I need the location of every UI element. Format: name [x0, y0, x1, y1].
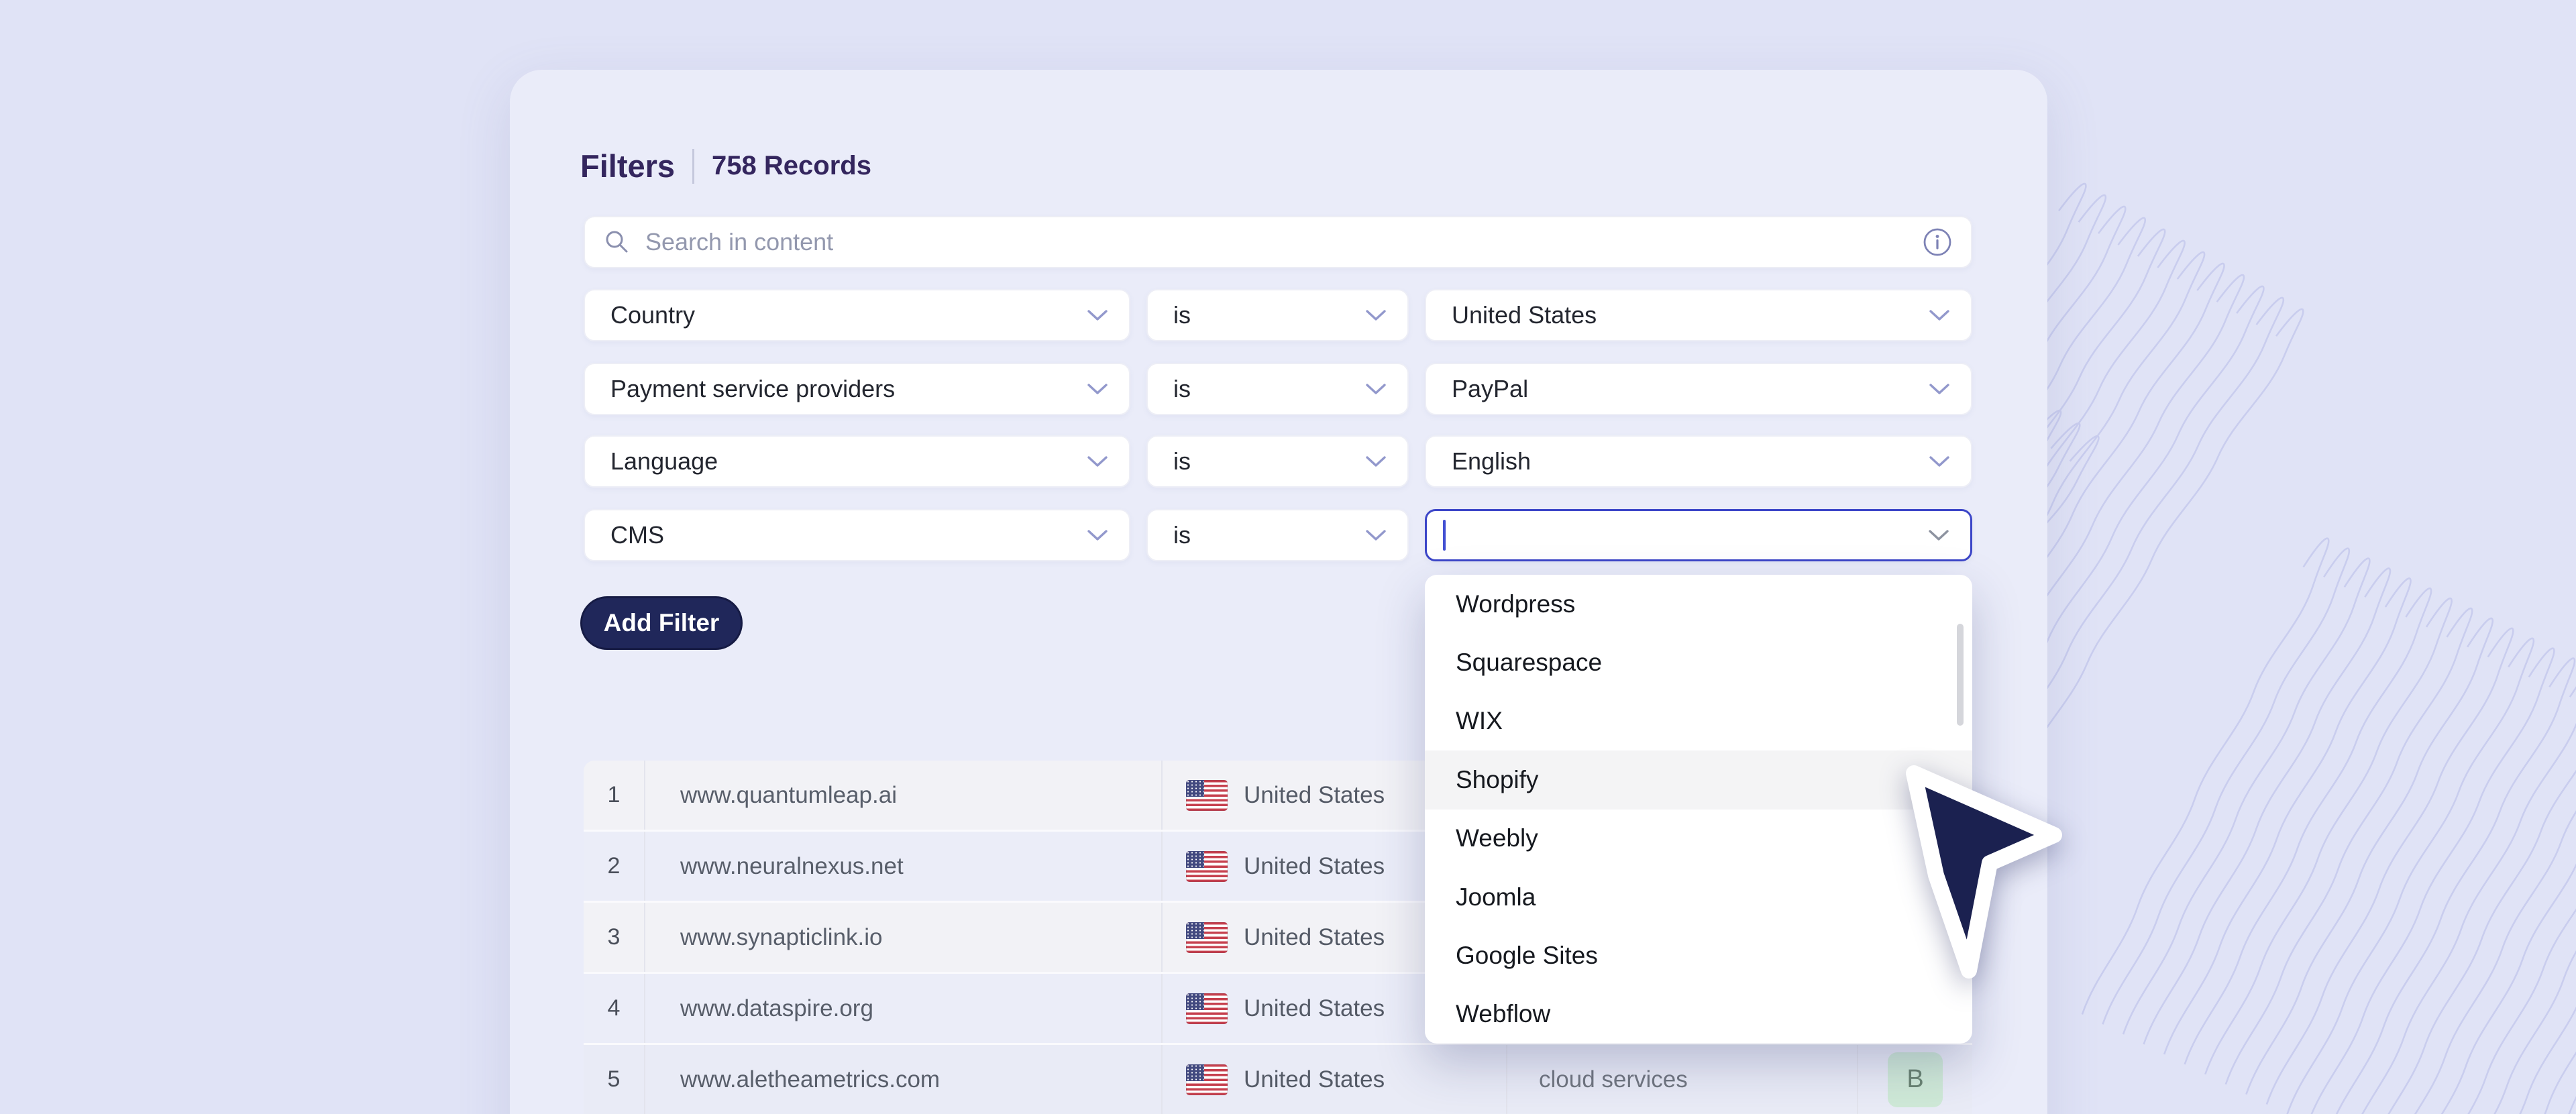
filter-field-select[interactable]: Country [584, 289, 1130, 341]
filter-row-cms: CMS is [584, 509, 1972, 561]
row-country: United States [1163, 1045, 1507, 1114]
chevron-down-icon [1087, 529, 1108, 541]
filter-field-select[interactable]: Language [584, 435, 1130, 488]
filter-value-text: PayPal [1452, 375, 1528, 403]
filter-operator-select[interactable]: is [1146, 363, 1409, 415]
filter-value-text: English [1452, 447, 1531, 476]
row-number: 4 [584, 974, 645, 1043]
filter-row-language: Language is English [584, 435, 1972, 488]
filter-field-value: CMS [610, 521, 664, 549]
filter-value-select[interactable]: English [1425, 435, 1972, 488]
row-number: 2 [584, 832, 645, 901]
country-label: United States [1244, 853, 1385, 880]
row-url: www.dataspire.org [645, 974, 1163, 1043]
us-flag-icon [1186, 993, 1228, 1024]
filter-operator-value: is [1173, 447, 1191, 476]
search-icon [604, 229, 631, 256]
filter-row-country: Country is United States [584, 289, 1972, 341]
page-background: Filters 758 Records Country [0, 0, 2576, 1114]
grade-badge: B [1888, 1052, 1943, 1107]
row-number: 5 [584, 1045, 645, 1114]
us-flag-icon [1186, 780, 1228, 811]
row-url: www.synapticlink.io [645, 903, 1163, 972]
chevron-down-icon [1087, 455, 1108, 467]
filter-field-select[interactable]: CMS [584, 509, 1130, 561]
panel-header: Filters 758 Records [580, 148, 871, 184]
chevron-down-icon [1929, 529, 1949, 541]
chevron-down-icon [1366, 309, 1386, 321]
filter-operator-select[interactable]: is [1146, 289, 1409, 341]
row-keywords: cloud services [1507, 1045, 1858, 1114]
chevron-down-icon [1929, 309, 1949, 321]
info-icon[interactable] [1921, 226, 1953, 258]
dropdown-option[interactable]: Wordpress [1425, 575, 1972, 633]
row-number: 1 [584, 761, 645, 830]
country-label: United States [1244, 924, 1385, 951]
search-bar [584, 216, 1972, 268]
chevron-down-icon [1929, 383, 1949, 395]
filter-value-input-focused[interactable] [1425, 509, 1972, 561]
filter-operator-value: is [1173, 521, 1191, 549]
country-label: United States [1244, 782, 1385, 809]
filter-operator-value: is [1173, 375, 1191, 403]
chevron-down-icon [1366, 455, 1386, 467]
filter-value-select[interactable]: United States [1425, 289, 1972, 341]
dropdown-option[interactable]: Squarespace [1425, 633, 1972, 691]
scrollbar-thumb[interactable] [1957, 624, 1964, 726]
chevron-down-icon [1366, 529, 1386, 541]
filter-field-select[interactable]: Payment service providers [584, 363, 1130, 415]
row-badge-cell: B [1858, 1045, 1972, 1114]
filter-field-value: Language [610, 447, 718, 476]
filter-row-psp: Payment service providers is PayPal [584, 363, 1972, 415]
row-url: www.aletheametrics.com [645, 1045, 1163, 1114]
filter-operator-select[interactable]: is [1146, 509, 1409, 561]
add-filter-button[interactable]: Add Filter [580, 596, 743, 650]
filter-field-value: Payment service providers [610, 375, 895, 403]
us-flag-icon [1186, 922, 1228, 953]
filter-value-select[interactable]: PayPal [1425, 363, 1972, 415]
text-cursor [1443, 520, 1446, 551]
filter-value-text: United States [1452, 301, 1597, 329]
chevron-down-icon [1366, 383, 1386, 395]
us-flag-icon [1186, 1064, 1228, 1095]
records-count: 758 Records [712, 151, 871, 181]
chevron-down-icon [1929, 455, 1949, 467]
cursor-icon [1872, 734, 2100, 1003]
filter-field-value: Country [610, 301, 695, 329]
filter-operator-select[interactable]: is [1146, 435, 1409, 488]
row-number: 3 [584, 903, 645, 972]
page-title: Filters [580, 148, 675, 184]
us-flag-icon [1186, 851, 1228, 882]
country-label: United States [1244, 995, 1385, 1022]
row-url: www.quantumleap.ai [645, 761, 1163, 830]
chevron-down-icon [1087, 383, 1108, 395]
chevron-down-icon [1087, 309, 1108, 321]
table-row[interactable]: 5 www.aletheametrics.com United States c… [584, 1043, 1972, 1114]
header-divider [692, 149, 694, 184]
country-label: United States [1244, 1066, 1385, 1093]
row-url: www.neuralnexus.net [645, 832, 1163, 901]
filter-operator-value: is [1173, 301, 1191, 329]
search-input[interactable] [644, 227, 1971, 257]
